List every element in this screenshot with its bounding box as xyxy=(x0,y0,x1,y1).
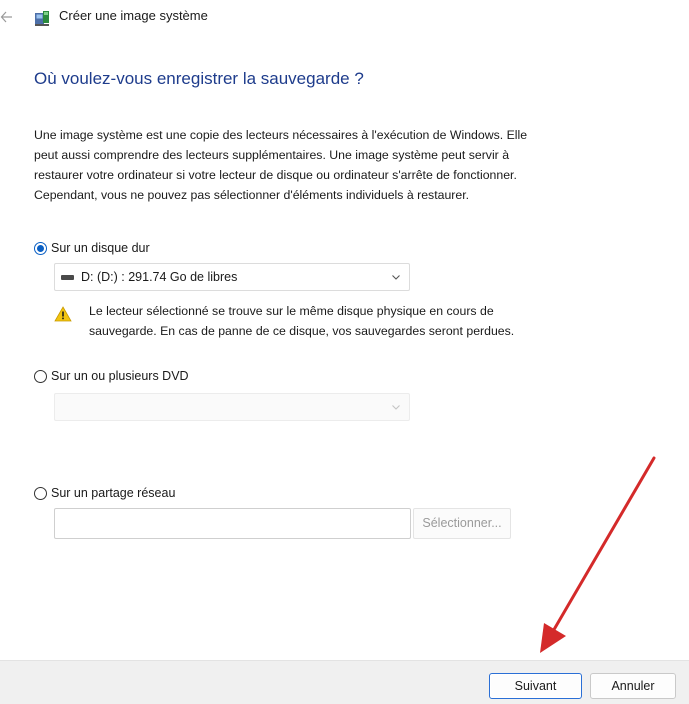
description-line: peut aussi comprendre des lecteurs suppl… xyxy=(34,148,510,162)
network-share-radio[interactable] xyxy=(34,486,47,500)
warning-line: sauvegarde. En cas de panne de ce disque… xyxy=(89,324,515,338)
hard-disk-option[interactable]: Sur un disque dur xyxy=(34,239,150,257)
back-arrow-icon[interactable] xyxy=(0,8,14,26)
create-system-image-window: Créer une image système Où voulez-vous e… xyxy=(0,0,689,704)
hard-disk-radio[interactable] xyxy=(34,241,47,255)
next-button[interactable]: Suivant xyxy=(489,673,582,699)
warning-text: Le lecteur sélectionné se trouve sur le … xyxy=(89,301,514,341)
description-line: Une image système est une copie des lect… xyxy=(34,128,528,142)
title-bar: Créer une image système xyxy=(0,0,689,36)
chevron-down-icon xyxy=(392,405,400,410)
hard-disk-label[interactable]: Sur un disque dur xyxy=(51,241,150,255)
network-share-option[interactable]: Sur un partage réseau xyxy=(34,484,175,502)
annotation-arrow-icon xyxy=(540,456,656,653)
dvd-option[interactable]: Sur un ou plusieurs DVD xyxy=(34,367,189,385)
description-line: Cependant, vous ne pouvez pas sélectionn… xyxy=(34,188,470,202)
window-title: Créer une image système xyxy=(59,8,208,23)
page-heading: Où voulez-vous enregistrer la sauvegarde… xyxy=(34,69,364,88)
system-image-icon xyxy=(33,9,51,27)
dvd-radio[interactable] xyxy=(34,369,47,383)
dvd-dropdown xyxy=(54,393,410,421)
network-share-label[interactable]: Sur un partage réseau xyxy=(51,486,175,500)
chevron-down-icon xyxy=(392,275,400,280)
select-network-button[interactable]: Sélectionner... xyxy=(413,508,511,539)
hard-disk-dropdown[interactable]: D: (D:) : 291.74 Go de libres xyxy=(54,263,410,291)
description-text: Une image système est une copie des lect… xyxy=(34,125,634,205)
hard-disk-dropdown-value: D: (D:) : 291.74 Go de libres xyxy=(81,270,238,284)
drive-icon xyxy=(61,275,74,280)
cancel-button[interactable]: Annuler xyxy=(590,673,676,699)
network-path-input[interactable] xyxy=(54,508,411,539)
description-line: restaurer votre ordinateur si votre lect… xyxy=(34,168,517,182)
warning-icon xyxy=(54,306,72,322)
dvd-label[interactable]: Sur un ou plusieurs DVD xyxy=(51,369,189,383)
warning-line: Le lecteur sélectionné se trouve sur le … xyxy=(89,304,494,318)
footer-bar: Suivant Annuler xyxy=(0,660,689,704)
